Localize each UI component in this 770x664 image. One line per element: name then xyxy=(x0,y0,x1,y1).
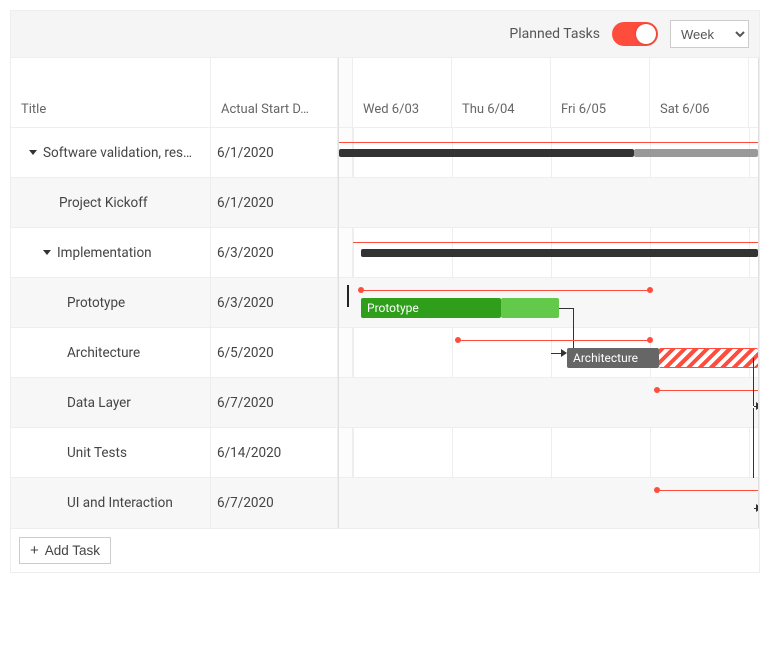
table-row[interactable]: Data Layer 6/7/2020 xyxy=(11,378,338,428)
timeline-row[interactable] xyxy=(339,228,758,278)
day-header: Sat 6/06 xyxy=(650,58,749,127)
task-title: Architecture xyxy=(67,345,140,361)
table-row[interactable]: Unit Tests 6/14/2020 xyxy=(11,428,338,478)
planned-bar xyxy=(458,340,650,341)
timeline-row[interactable] xyxy=(339,428,758,478)
task-title: Data Layer xyxy=(67,395,131,411)
task-start-date: 6/5/2020 xyxy=(211,328,338,377)
column-header-title[interactable]: Title xyxy=(11,58,211,127)
timeline-row[interactable]: Prototype xyxy=(339,278,758,328)
chevron-down-icon[interactable] xyxy=(43,250,51,255)
table-row[interactable]: UI and Interaction 6/7/2020 xyxy=(11,478,338,528)
add-task-button[interactable]: + Add Task xyxy=(19,537,111,564)
summary-bar-remaining xyxy=(634,149,758,157)
add-task-label: Add Task xyxy=(45,543,100,558)
summary-bar[interactable] xyxy=(339,149,634,157)
today-marker xyxy=(347,285,349,307)
table-row[interactable]: Prototype 6/3/2020 xyxy=(11,278,338,328)
planned-dot xyxy=(654,487,660,493)
task-bar-label: Prototype xyxy=(361,301,419,315)
planned-dot xyxy=(654,387,660,393)
task-start-date: 6/3/2020 xyxy=(211,278,338,327)
planned-bar xyxy=(353,242,758,243)
planned-dot xyxy=(647,287,653,293)
table-row[interactable]: Implementation 6/3/2020 xyxy=(11,228,338,278)
task-title: Project Kickoff xyxy=(59,195,148,211)
toggle-knob xyxy=(636,24,656,44)
planned-tasks-toggle[interactable] xyxy=(612,22,658,46)
task-start-date: 6/1/2020 xyxy=(211,128,338,177)
column-header-actual-start[interactable]: Actual Start D… xyxy=(211,58,338,127)
task-start-date: 6/14/2020 xyxy=(211,428,338,477)
timescale-select[interactable]: Day Week Month Quarter xyxy=(670,20,749,48)
gantt-footer: + Add Task xyxy=(10,529,760,573)
dependency-line xyxy=(559,308,573,309)
table-row[interactable]: Architecture 6/5/2020 xyxy=(11,328,338,378)
day-header: Wed 6/03 xyxy=(353,58,452,127)
planned-tasks-label: Planned Tasks xyxy=(509,26,600,42)
task-title: UI and Interaction xyxy=(67,495,173,511)
timeline-row[interactable]: Architecture xyxy=(339,328,758,378)
timeline-row[interactable] xyxy=(339,178,758,228)
dependency-arrow-icon xyxy=(756,504,759,512)
gantt-toolbar: Planned Tasks Day Week Month Quarter xyxy=(10,10,760,58)
timeline-row[interactable] xyxy=(339,378,758,428)
gantt-timeline[interactable]: Wed 6/03 Thu 6/04 Fri 6/05 Sat 6/06 xyxy=(339,58,759,528)
day-header: Fri 6/05 xyxy=(551,58,650,127)
planned-dot xyxy=(647,337,653,343)
task-start-date: 6/7/2020 xyxy=(211,478,338,528)
task-title: Implementation xyxy=(57,245,152,261)
dependency-arrow-icon xyxy=(756,402,759,410)
task-title: Software validation, res… xyxy=(43,145,192,161)
planned-dot xyxy=(455,337,461,343)
task-bar-prototype-remaining xyxy=(501,298,559,318)
plus-icon: + xyxy=(30,543,39,558)
gantt-left-grid: Title Actual Start D… Software validatio… xyxy=(11,58,339,528)
task-start-date: 6/1/2020 xyxy=(211,178,338,227)
planned-dot xyxy=(358,287,364,293)
planned-bar xyxy=(657,390,758,391)
timeline-header: Wed 6/03 Thu 6/04 Fri 6/05 Sat 6/06 xyxy=(339,58,758,128)
task-bar-architecture-overrun xyxy=(659,348,758,368)
left-header-row: Title Actual Start D… xyxy=(11,58,338,128)
task-start-date: 6/7/2020 xyxy=(211,378,338,427)
planned-bar xyxy=(339,142,758,143)
chevron-down-icon[interactable] xyxy=(29,150,37,155)
task-bar-architecture[interactable]: Architecture xyxy=(567,348,659,368)
planned-bar xyxy=(657,490,758,491)
gantt-container: Title Actual Start D… Software validatio… xyxy=(10,58,760,529)
task-bar-label: Architecture xyxy=(567,351,638,365)
planned-bar xyxy=(361,290,650,291)
table-row[interactable]: Software validation, res… 6/1/2020 xyxy=(11,128,338,178)
timeline-row[interactable] xyxy=(339,478,758,528)
task-title: Unit Tests xyxy=(67,445,127,461)
timeline-row[interactable] xyxy=(339,128,758,178)
task-start-date: 6/3/2020 xyxy=(211,228,338,277)
task-title: Prototype xyxy=(67,295,125,311)
table-row[interactable]: Project Kickoff 6/1/2020 xyxy=(11,178,338,228)
day-header: Thu 6/04 xyxy=(452,58,551,127)
timeline-grid: Prototype Architecture xyxy=(339,128,758,528)
task-bar-prototype[interactable]: Prototype xyxy=(361,298,501,318)
dependency-line xyxy=(753,358,754,406)
summary-bar[interactable] xyxy=(361,249,758,257)
